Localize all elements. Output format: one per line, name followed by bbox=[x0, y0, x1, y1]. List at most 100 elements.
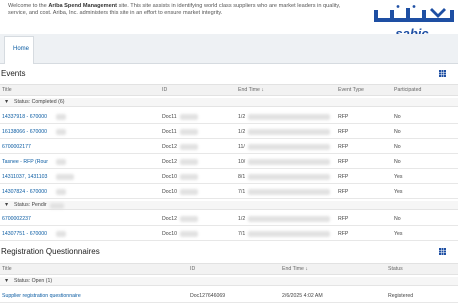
redacted-text bbox=[56, 129, 66, 135]
redacted-text bbox=[56, 159, 66, 165]
event-title-link[interactable]: 14307751 - 670000 bbox=[2, 231, 47, 237]
col-end-time-header[interactable]: End Time ↓ bbox=[238, 87, 264, 93]
questionnaire-end-time: 2/6/2025 4:02 AM bbox=[282, 293, 323, 299]
event-type: RFP bbox=[338, 114, 349, 120]
redacted-text bbox=[248, 216, 330, 222]
triangle-down-icon: ▼ bbox=[4, 99, 10, 105]
redacted-text bbox=[56, 114, 66, 120]
col-title-header[interactable]: Title bbox=[2, 266, 12, 272]
table-row[interactable]: 6700002177 Doc12 11/ RFP No bbox=[0, 140, 458, 154]
event-type: RFP bbox=[338, 189, 349, 195]
redacted-text bbox=[180, 174, 198, 180]
redacted-text bbox=[180, 129, 198, 135]
event-participated: No bbox=[394, 216, 401, 222]
event-id: Doc12 bbox=[162, 159, 177, 165]
redacted-text bbox=[180, 216, 198, 222]
col-status-header[interactable]: Status bbox=[388, 266, 403, 272]
redacted-text bbox=[248, 114, 330, 120]
redacted-text bbox=[50, 203, 64, 209]
triangle-down-icon: ▼ bbox=[4, 202, 10, 208]
tab-bar: Home bbox=[0, 34, 458, 64]
redacted-text bbox=[248, 159, 330, 165]
table-row[interactable]: Supplier registration questionnaire Doc1… bbox=[0, 289, 458, 303]
tab-home-label: Home bbox=[13, 46, 30, 52]
table-row[interactable]: 14307751 - 670000 Doc10 7/1 RFP Yes bbox=[0, 227, 458, 241]
event-end-time: 1/2 bbox=[238, 129, 246, 135]
event-end-time: 7/1 bbox=[238, 231, 246, 237]
event-id: Doc10 bbox=[162, 174, 177, 180]
event-id: Doc12 bbox=[162, 144, 177, 150]
site-name: Ariba Spend Management bbox=[48, 3, 118, 9]
welcome-message: Welcome to the Ariba Spend Management si… bbox=[8, 3, 341, 16]
redacted-text bbox=[248, 189, 330, 195]
event-type: RFP bbox=[338, 231, 349, 237]
event-type: RFP bbox=[338, 174, 349, 180]
questionnaire-status: Registered bbox=[388, 293, 414, 299]
event-end-time: 7/1 bbox=[238, 189, 246, 195]
event-participated: Yes bbox=[394, 174, 403, 180]
redacted-text bbox=[56, 231, 66, 237]
redacted-text bbox=[56, 189, 66, 195]
event-end-time: 8/1 bbox=[238, 174, 246, 180]
event-title-link[interactable]: 14311037, 1431103 bbox=[2, 174, 47, 180]
event-participated: No bbox=[394, 129, 401, 135]
triangle-down-icon: ▼ bbox=[4, 278, 10, 284]
table-row[interactable]: 16138066 - 670000 Doc11 1/2 RFP No bbox=[0, 125, 458, 139]
col-id-header[interactable]: ID bbox=[162, 87, 167, 93]
redacted-text bbox=[180, 144, 198, 150]
group-row-completed[interactable]: ▼ Status: Completed (6) bbox=[0, 98, 458, 107]
events-table-options-grid-icon[interactable] bbox=[439, 70, 446, 77]
questionnaires-table-header: Title ID End Time ↓ Status bbox=[0, 263, 458, 275]
redacted-text bbox=[180, 231, 198, 237]
group-label: Status: Pendir bbox=[14, 202, 47, 208]
tab-home[interactable]: Home bbox=[4, 36, 34, 64]
col-event-type-header[interactable]: Event Type bbox=[338, 87, 364, 93]
events-table-header: Title ID End Time ↓ Event Type Participa… bbox=[0, 84, 458, 96]
event-participated: No bbox=[394, 114, 401, 120]
event-participated: Yes bbox=[394, 231, 403, 237]
event-title-link[interactable]: Tasnee - RFP (Rour bbox=[2, 159, 48, 165]
table-row[interactable]: 14307824 - 670000 Doc10 7/1 RFP Yes bbox=[0, 185, 458, 199]
event-id: Doc12 bbox=[162, 216, 177, 222]
redacted-text bbox=[248, 144, 330, 150]
table-row[interactable]: 14337918 - 670000 Doc11 1/2 RFP No bbox=[0, 110, 458, 124]
event-end-time: 11/ bbox=[238, 144, 245, 150]
event-type: RFP bbox=[338, 129, 349, 135]
event-type: RFP bbox=[338, 159, 349, 165]
event-type: RFP bbox=[338, 216, 349, 222]
event-title-link[interactable]: 6700002237 bbox=[2, 216, 31, 222]
event-id: Doc11 bbox=[162, 114, 177, 120]
event-title-link[interactable]: 14307824 - 670000 bbox=[2, 189, 47, 195]
group-row-pending[interactable]: ▼ Status: Pendir bbox=[0, 201, 458, 210]
questionnaire-title-link[interactable]: Supplier registration questionnaire bbox=[2, 293, 81, 299]
table-row[interactable]: Tasnee - RFP (Rour Doc12 10/ RFP No bbox=[0, 155, 458, 169]
group-label: Status: Open (1) bbox=[14, 278, 53, 284]
group-label: Status: Completed (6) bbox=[14, 99, 65, 105]
event-id: Doc11 bbox=[162, 129, 177, 135]
event-type: RFP bbox=[338, 144, 349, 150]
questionnaires-table-options-grid-icon[interactable] bbox=[439, 248, 446, 255]
col-participated-header[interactable]: Participated bbox=[394, 87, 421, 93]
col-end-time-header[interactable]: End Time ↓ bbox=[282, 266, 308, 272]
event-end-time: 1/2 bbox=[238, 216, 246, 222]
event-id: Doc10 bbox=[162, 231, 177, 237]
redacted-text bbox=[180, 114, 198, 120]
redacted-text bbox=[56, 174, 74, 180]
event-title-link[interactable]: 16138066 - 670000 bbox=[2, 129, 47, 135]
table-row[interactable]: 6700002237 Doc12 1/2 RFP No bbox=[0, 212, 458, 226]
event-title-link[interactable]: 6700002177 bbox=[2, 144, 31, 150]
col-id-header[interactable]: ID bbox=[190, 266, 195, 272]
events-title: Events bbox=[1, 69, 26, 78]
redacted-text bbox=[248, 174, 330, 180]
event-participated: No bbox=[394, 144, 401, 150]
event-end-time: 1/2 bbox=[238, 114, 246, 120]
event-title-link[interactable]: 14337918 - 670000 bbox=[2, 114, 47, 120]
event-participated: Yes bbox=[394, 189, 403, 195]
group-row-open[interactable]: ▼ Status: Open (1) bbox=[0, 277, 458, 286]
event-participated: No bbox=[394, 159, 401, 165]
redacted-text bbox=[248, 231, 330, 237]
redacted-text bbox=[180, 159, 198, 165]
table-row[interactable]: 14311037, 1431103 Doc10 8/1 RFP Yes bbox=[0, 170, 458, 184]
event-id: Doc10 bbox=[162, 189, 177, 195]
col-title-header[interactable]: Title bbox=[2, 87, 12, 93]
